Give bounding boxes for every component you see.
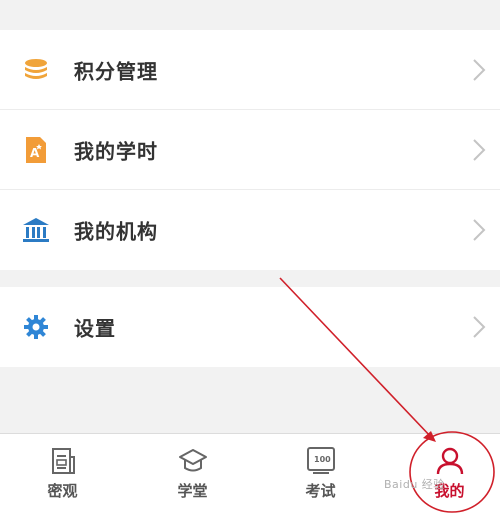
top-spacer xyxy=(0,0,500,30)
tab-label: 考试 xyxy=(305,482,336,500)
coin-stack-icon xyxy=(22,56,50,84)
tab-academy[interactable]: 学堂 xyxy=(130,434,255,517)
menu-item-label: 我的机构 xyxy=(74,219,158,244)
graduation-cap-icon xyxy=(178,446,208,476)
bottom-tab-bar: 密观 学堂 100 考试 我的 xyxy=(0,433,500,517)
menu-item-label: 积分管理 xyxy=(74,59,158,83)
institution-icon xyxy=(22,216,50,244)
chevron-right-icon xyxy=(473,138,486,161)
gear-icon xyxy=(22,313,50,341)
exam-100-icon: 100 xyxy=(306,446,336,476)
menu-item-label: 设置 xyxy=(74,316,116,341)
news-icon xyxy=(48,446,78,476)
chevron-right-icon xyxy=(473,58,486,81)
chevron-right-icon xyxy=(473,316,486,338)
menu-group-settings: 设置 xyxy=(0,287,500,367)
menu-group-account: 积分管理 A 我的学时 我的机构 xyxy=(0,30,500,270)
menu-item-points[interactable]: 积分管理 xyxy=(0,30,500,110)
menu-item-label: 我的学时 xyxy=(74,139,158,163)
watermark: Baidu 经验 xyxy=(384,478,445,491)
menu-item-institution[interactable]: 我的机构 xyxy=(0,190,500,270)
chevron-right-icon xyxy=(473,219,486,241)
person-icon xyxy=(435,446,465,476)
tab-label: 学堂 xyxy=(177,482,208,500)
document-a-icon: A xyxy=(22,136,50,164)
tab-exam[interactable]: 100 考试 xyxy=(258,434,383,517)
tab-label: 密观 xyxy=(47,482,78,500)
exam-icon-text: 100 xyxy=(314,455,331,464)
menu-item-study-hours[interactable]: A 我的学时 xyxy=(0,110,500,190)
tab-news[interactable]: 密观 xyxy=(0,434,125,517)
menu-item-settings[interactable]: 设置 xyxy=(0,287,500,367)
